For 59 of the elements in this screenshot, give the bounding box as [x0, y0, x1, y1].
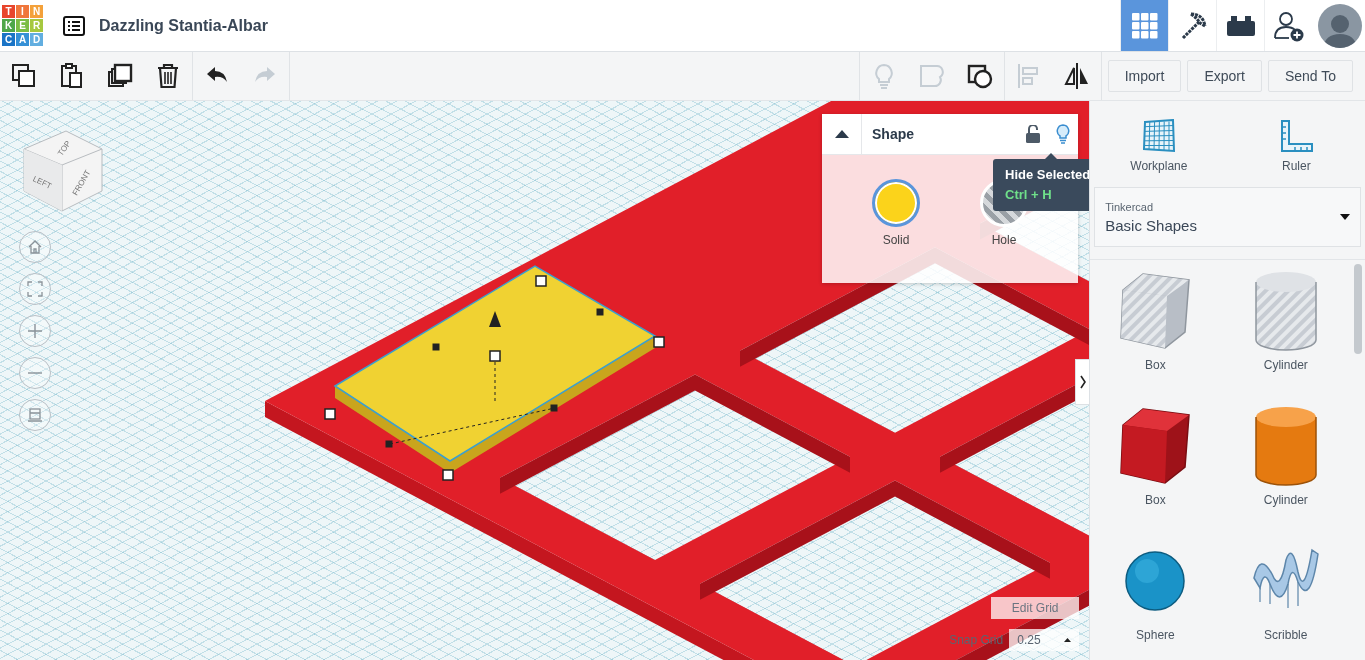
brick-icon [1226, 15, 1255, 36]
scrollbar-thumb[interactable] [1354, 264, 1362, 354]
export-button[interactable]: Export [1187, 60, 1262, 92]
dropdown-caption: Tinkercad [1105, 200, 1155, 213]
add-user-icon [1272, 9, 1305, 42]
logo-letter: T [2, 5, 15, 18]
home-icon [27, 239, 43, 255]
send-to-button[interactable]: Send To [1267, 60, 1353, 92]
selected-block-drawing[interactable] [324, 265, 665, 481]
logo-letter: R [30, 19, 43, 32]
minus-icon [27, 372, 43, 374]
plus-icon [27, 323, 43, 339]
tooltip-title: Hide Selected [1005, 166, 1090, 184]
chevron-right-icon [1079, 375, 1086, 389]
caret-up-icon [1064, 638, 1072, 642]
group-shapes-icon [917, 62, 946, 90]
logo-letter: C [2, 33, 15, 46]
logo-letter: E [16, 19, 29, 32]
copy-icon [10, 62, 38, 90]
light-bulb-icon [1056, 124, 1070, 144]
solid-option[interactable]: Solid [872, 179, 920, 247]
ruler-icon [1279, 118, 1314, 153]
grid-icon [1131, 12, 1158, 39]
import-button[interactable]: Import [1107, 60, 1182, 92]
fit-view-icon [27, 281, 43, 297]
logo-letter: I [16, 5, 29, 18]
ungroup-shapes-icon [965, 62, 994, 90]
shape-tile[interactable]: Cylinder [1220, 403, 1351, 538]
list-icon [63, 15, 85, 36]
cube-left-label: LEFT [31, 174, 53, 191]
avatar[interactable] [1318, 3, 1362, 48]
caret-up-icon [834, 130, 849, 138]
logo-letter: K [2, 19, 15, 32]
box-view-icon [27, 407, 43, 423]
shape-tile[interactable]: Box [1090, 403, 1221, 538]
shape-tile[interactable]: Scribble [1220, 538, 1351, 660]
shape-tile[interactable]: Cylinder [1220, 268, 1351, 403]
design-title: Dazzling Stantia-Albar [99, 16, 268, 35]
workplane-tool[interactable]: Workplane [1090, 101, 1228, 185]
home-view-button[interactable] [19, 231, 51, 263]
logo-letter: D [30, 33, 43, 46]
tinkercad-logo[interactable]: T I N K E R C A D [2, 5, 43, 46]
logo-letter: A [16, 33, 29, 46]
caret-down-icon [1340, 214, 1350, 220]
shape-library-dropdown[interactable]: Tinkercad Basic Shapes [1094, 187, 1361, 247]
panel-title: Shape [872, 126, 915, 142]
snap-grid-select[interactable]: 0.25 [1009, 629, 1080, 651]
mirror-icon [1062, 62, 1091, 90]
duplicate-icon [106, 62, 134, 90]
tooltip-shortcut: Ctrl + H [1005, 186, 1053, 204]
shape-tile[interactable]: Box [1090, 268, 1221, 403]
ruler-tool[interactable]: Ruler [1227, 101, 1365, 185]
workplane-grid-icon [1141, 118, 1176, 153]
dropdown-value: Basic Shapes [1105, 216, 1198, 234]
unlocked-padlock-icon [1026, 125, 1040, 143]
collapse-sidebar-button[interactable] [1075, 359, 1090, 405]
logo-letter: N [30, 5, 43, 18]
snap-grid-label: Snap Grid [949, 633, 1004, 647]
shape-tile[interactable]: Sphere [1090, 538, 1221, 660]
